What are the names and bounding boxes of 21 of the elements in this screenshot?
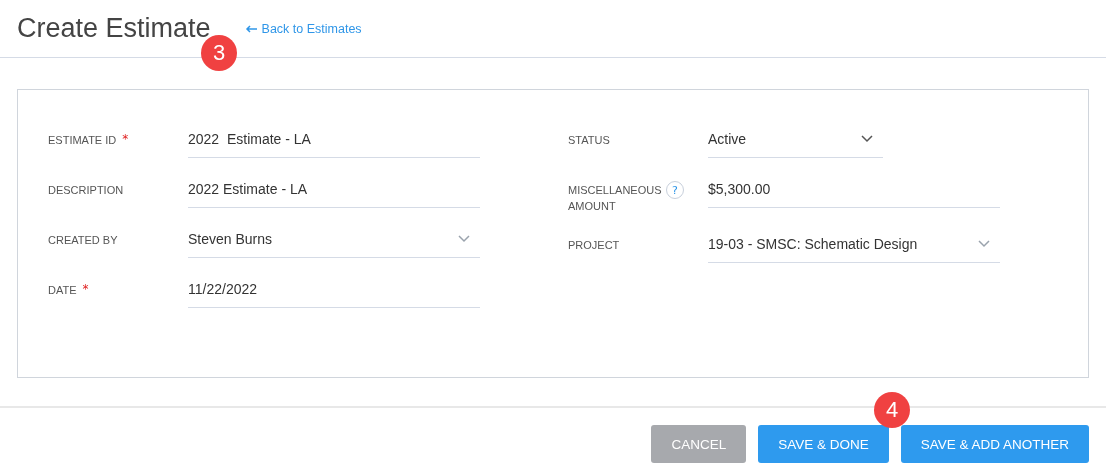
field-label: PROJECT <box>568 238 620 253</box>
arrow-left-icon <box>244 24 258 33</box>
field-label: STATUS <box>568 133 610 148</box>
callout-badge: 4 <box>874 392 910 428</box>
field-label: ESTIMATE ID <box>48 133 117 148</box>
chevron-down-icon <box>458 234 470 243</box>
input-field[interactable]: $5,300.00 <box>708 164 1000 208</box>
chevron-down-icon <box>978 239 990 248</box>
chevron-down-icon <box>861 134 873 143</box>
select-field[interactable]: Steven Burns <box>188 214 480 258</box>
field-label: MISCELLANEOUS AMOUNT <box>568 183 660 214</box>
select-field[interactable]: 19-03 - SMSC: Schematic Design <box>708 219 1000 263</box>
input-field[interactable]: 2022 Estimate - LA <box>188 114 480 158</box>
select-field[interactable]: Active <box>708 114 883 158</box>
required-asterisk: * <box>82 282 89 296</box>
required-asterisk: * <box>122 132 129 146</box>
input-field[interactable]: 11/22/2022 <box>188 264 480 308</box>
field-label: CREATED BY <box>48 233 118 248</box>
field-label: DESCRIPTION <box>48 183 124 198</box>
field-label: DATE <box>48 283 77 298</box>
input-field[interactable]: 2022 Estimate - LA <box>188 164 480 208</box>
